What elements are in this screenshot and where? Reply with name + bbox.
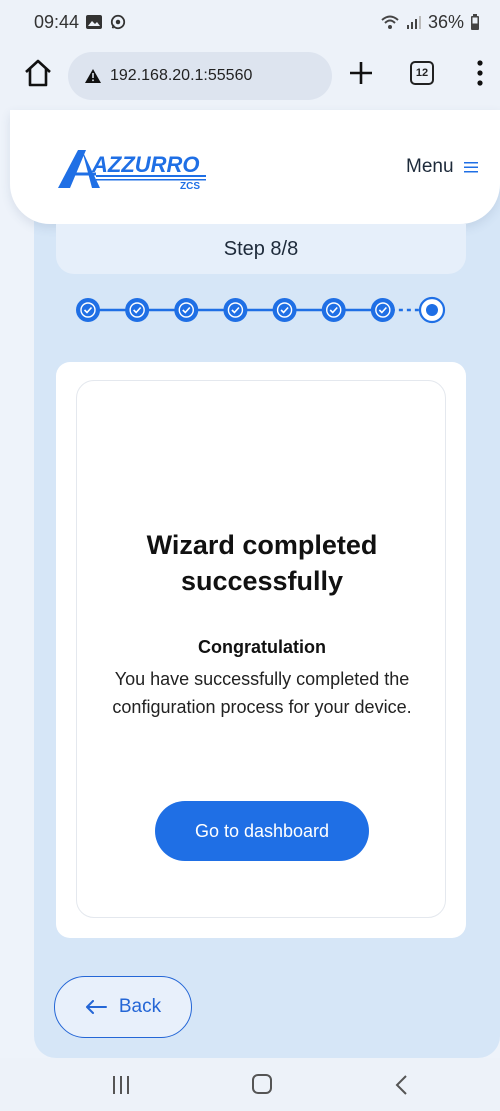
step-completed-check-icon: [125, 298, 150, 322]
step-completed-check-icon: [272, 298, 297, 322]
go-to-dashboard-button[interactable]: Go to dashboard: [155, 801, 369, 861]
status-time: 09:44: [34, 11, 80, 32]
tabs-icon[interactable]: 12: [410, 61, 434, 85]
battery-percent: 36%: [427, 11, 464, 32]
status-bar: 09:44 36%: [0, 0, 500, 44]
system-navigation-bar: [0, 1058, 500, 1111]
step-completed-check-icon: [370, 298, 395, 322]
home-icon[interactable]: [22, 56, 54, 90]
step-current-icon: [418, 296, 446, 324]
arrow-left-icon: [85, 1000, 107, 1014]
home-nav-icon[interactable]: [252, 1074, 272, 1094]
azzurro-logo[interactable]: AZZURRO ZCS: [56, 144, 216, 194]
back-label: Back: [118, 996, 162, 1017]
whatsapp-icon: [110, 14, 126, 30]
battery-icon: [471, 14, 479, 30]
step-label: Step 8/8: [223, 237, 299, 260]
warning-icon: [85, 69, 101, 83]
tab-count: 12: [415, 67, 429, 79]
result-card-inner: Wizard completed successfully Congratula…: [76, 380, 446, 918]
site-header: AZZURRO ZCS Menu: [10, 110, 500, 224]
status-left: 09:44: [34, 12, 127, 33]
step-completed-check-icon: [321, 298, 346, 322]
address-bar[interactable]: 192.168.20.1:55560: [68, 52, 332, 100]
card-title: Wizard completed successfully: [146, 530, 378, 596]
logo-subtext: ZCS: [180, 181, 200, 192]
result-card: Wizard completed successfully Congratula…: [56, 362, 466, 938]
signal-icon: [406, 16, 421, 29]
logo-text: AZZURRO: [91, 152, 200, 177]
back-button[interactable]: Back: [54, 976, 192, 1038]
card-subtitle: Congratulation: [198, 637, 326, 657]
step-completed-check-icon: [223, 298, 248, 322]
wizard-progress-stepper: [76, 296, 446, 324]
url-text: 192.168.20.1:55560: [110, 67, 253, 84]
menu-button[interactable]: Menu: [406, 156, 478, 178]
step-completed-check-icon: [174, 298, 199, 322]
browser-toolbar: 192.168.20.1:55560 12: [0, 44, 500, 110]
recent-apps-icon[interactable]: [110, 1076, 132, 1094]
status-right: 36%: [380, 12, 480, 33]
menu-label: Menu: [406, 156, 454, 177]
wifi-icon: [381, 15, 399, 29]
more-vert-icon[interactable]: [474, 58, 486, 88]
image-icon: [86, 15, 103, 29]
step-completed-check-icon: [76, 298, 100, 322]
hamburger-icon: [463, 162, 478, 173]
back-nav-icon[interactable]: [394, 1074, 408, 1096]
step-indicator: Step 8/8: [56, 224, 466, 274]
card-message: You have successfully completed the conf…: [112, 669, 412, 717]
plus-icon[interactable]: [346, 58, 376, 88]
